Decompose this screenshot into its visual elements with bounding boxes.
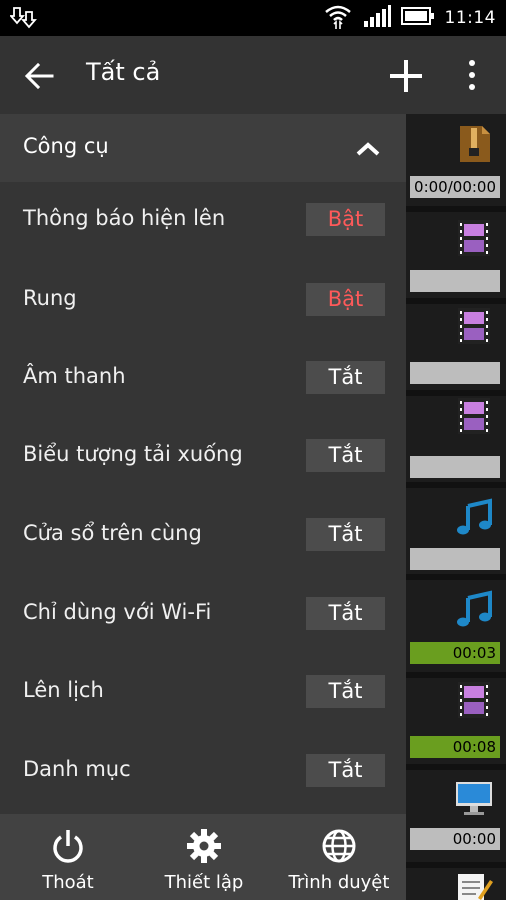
- list-item[interactable]: [406, 868, 506, 900]
- signal-icon: [363, 5, 391, 31]
- clock: 11:14: [444, 8, 496, 28]
- overflow-menu-button[interactable]: [458, 58, 486, 92]
- vibrate-toggle[interactable]: Bật: [306, 283, 385, 316]
- setting-row-wifi-only: Chỉ dùng với Wi-Fi Tắt: [0, 576, 406, 654]
- setting-row-category: Danh mục Tắt: [0, 733, 406, 811]
- music-icon: [457, 498, 492, 535]
- setting-label: Biểu tượng tải xuống: [23, 442, 243, 466]
- plus-icon: [390, 60, 422, 92]
- setting-row-sound: Âm thanh Tắt: [0, 340, 406, 418]
- progress-bar: [410, 456, 500, 478]
- exit-button[interactable]: Thoát: [0, 814, 136, 900]
- list-item[interactable]: 00:08: [406, 678, 506, 764]
- list-item[interactable]: [406, 212, 506, 298]
- progress-bar: 00:03: [410, 642, 500, 664]
- setting-row-vibrate: Rung Bật: [0, 262, 406, 340]
- download-icon-toggle[interactable]: Tắt: [306, 439, 385, 472]
- wifi-icon: [323, 2, 353, 34]
- setting-row-schedule: Lên lịch Tắt: [0, 654, 406, 732]
- list-item[interactable]: 00:03: [406, 580, 506, 672]
- monitor-icon: [456, 782, 492, 815]
- music-icon: [457, 590, 492, 627]
- back-button[interactable]: [20, 56, 60, 96]
- exit-label: Thoát: [42, 872, 94, 893]
- battery-icon: [400, 7, 435, 29]
- browser-label: Trình duyệt: [288, 872, 390, 893]
- video-icon: [458, 682, 490, 718]
- setting-label: Danh mục: [23, 757, 131, 781]
- download-notification-icon: [9, 6, 38, 34]
- video-icon: [458, 220, 490, 256]
- category-toggle[interactable]: Tắt: [306, 754, 385, 787]
- setting-row-popup-notification: Thông báo hiện lên Bật: [0, 182, 406, 260]
- add-button[interactable]: [386, 56, 426, 96]
- settings-button[interactable]: Thiết lập: [136, 814, 272, 900]
- drawer-bottom-bar: Thoát Thiết lập Trình duyệt: [0, 814, 406, 900]
- archive-icon: [460, 126, 490, 162]
- sound-toggle[interactable]: Tắt: [306, 361, 385, 394]
- top-window-toggle[interactable]: Tắt: [306, 518, 385, 551]
- tools-section-header[interactable]: Công cụ: [0, 114, 406, 182]
- setting-row-top-window: Cửa sổ trên cùng Tắt: [0, 497, 406, 575]
- browser-button[interactable]: Trình duyệt: [272, 814, 406, 900]
- list-item[interactable]: [406, 488, 506, 574]
- setting-label: Cửa sổ trên cùng: [23, 521, 202, 545]
- page-title: Tất cả: [86, 58, 161, 86]
- setting-label: Âm thanh: [23, 364, 126, 388]
- globe-icon: [322, 829, 356, 863]
- list-item[interactable]: 0:00/00:00: [406, 114, 506, 206]
- power-icon: [53, 830, 83, 863]
- progress-bar: [410, 362, 500, 384]
- app-toolbar: Tất cả: [0, 36, 506, 114]
- progress-bar: 00:00: [410, 828, 500, 850]
- setting-label: Chỉ dùng với Wi-Fi: [23, 600, 212, 624]
- wifi-only-toggle[interactable]: Tắt: [306, 597, 385, 630]
- download-list: 0:00/00:00 00:03 00:08 00:00: [406, 114, 506, 900]
- setting-label: Lên lịch: [23, 678, 104, 702]
- list-item[interactable]: [406, 304, 506, 390]
- chevron-up-icon[interactable]: [354, 140, 382, 158]
- setting-label: Thông báo hiện lên: [23, 206, 226, 230]
- setting-label: Rung: [23, 286, 77, 310]
- gear-icon: [187, 829, 221, 863]
- schedule-toggle[interactable]: Tắt: [306, 675, 385, 708]
- section-title: Công cụ: [23, 134, 109, 158]
- tools-drawer: Công cụ Thông báo hiện lên Bật Rung Bật …: [0, 114, 406, 814]
- setting-row-download-icon: Biểu tượng tải xuống Tắt: [0, 418, 406, 496]
- progress-bar: [410, 270, 500, 292]
- settings-label: Thiết lập: [164, 872, 244, 893]
- progress-bar: [410, 548, 500, 570]
- arrow-left-icon: [24, 62, 54, 90]
- video-icon: [458, 308, 490, 344]
- progress-bar: 00:08: [410, 736, 500, 758]
- video-icon: [458, 398, 490, 434]
- status-bar: 11:14: [0, 0, 506, 36]
- more-vert-icon: [469, 60, 475, 90]
- list-item[interactable]: 00:00: [406, 770, 506, 862]
- popup-notification-toggle[interactable]: Bật: [306, 203, 385, 236]
- list-item[interactable]: [406, 396, 506, 482]
- progress-bar: 0:00/00:00: [410, 176, 500, 198]
- document-icon: [458, 874, 493, 900]
